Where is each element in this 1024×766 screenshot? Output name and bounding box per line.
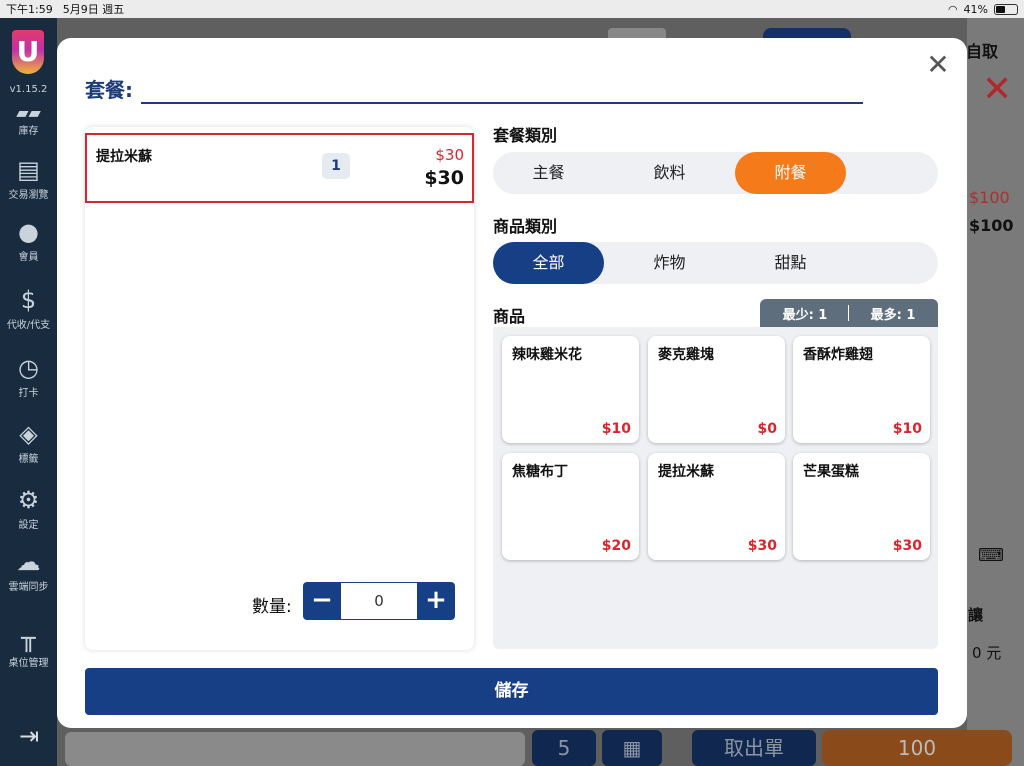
selected-item[interactable]: 提拉米蘇 1 $30 $30: [85, 133, 474, 203]
cloud-sync-icon: ☁: [16, 548, 41, 576]
table-icon: ╥: [21, 624, 36, 652]
tab-drinks[interactable]: 飲料: [614, 152, 725, 194]
background-order-button: 取出單: [692, 730, 816, 766]
product-price: $0: [757, 421, 777, 437]
background-total-button: 100: [822, 730, 1012, 766]
receipt-icon: ▤: [17, 156, 40, 184]
background-pickup-label: 自取: [966, 42, 999, 61]
tag-icon: ◈: [19, 420, 38, 448]
sidebar-item-label: 庫存: [18, 126, 39, 137]
save-button[interactable]: 儲存: [85, 668, 938, 715]
sidebar-item-transactions[interactable]: ▤ 交易瀏覽: [0, 156, 57, 201]
product-category-selector: 全部 炸物 甜點: [493, 242, 938, 284]
sidebar-item-collection[interactable]: $ 代收/代支: [0, 286, 57, 331]
close-icon[interactable]: ✕: [925, 51, 951, 79]
product-card[interactable]: 辣味雞米花 $10: [502, 336, 639, 443]
product-price: $10: [601, 421, 631, 437]
app-version: v1.15.2: [9, 84, 48, 95]
calculator-icon: ▦: [602, 730, 662, 766]
app-logo: U: [12, 30, 44, 74]
products-label: 商品: [493, 307, 526, 326]
sidebar-item-settings[interactable]: ⚙ 設定: [0, 486, 57, 531]
battery-percent: 41%: [963, 2, 988, 16]
min-max-badge: 最少: 1 最多: 1: [760, 299, 938, 327]
sidebar-item-label: 代收/代支: [6, 320, 51, 331]
background-close-icon: ✕: [982, 69, 1013, 110]
logout-icon[interactable]: ⇥: [12, 722, 46, 752]
sidebar-item-label: 桌位管理: [8, 658, 49, 669]
modal-title: 套餐:: [85, 78, 133, 102]
max-label: 最多: 1: [870, 307, 916, 323]
product-name: 辣味雞米花: [512, 347, 582, 363]
min-label: 最少: 1: [782, 307, 828, 323]
sidebar-item-inventory[interactable]: ▰▰ 庫存: [0, 103, 57, 138]
background-discount-value: 0 元: [972, 644, 1002, 662]
product-name: 芒果蛋糕: [803, 464, 859, 480]
product-price: $30: [747, 538, 777, 554]
increment-button[interactable]: +: [417, 582, 455, 620]
product-card[interactable]: 焦糖布丁 $20: [502, 453, 639, 560]
sidebar-item-member[interactable]: ● 會員: [0, 218, 57, 263]
sidebar-item-labels[interactable]: ◈ 標籤: [0, 420, 57, 465]
quantity-input[interactable]: [341, 582, 417, 620]
keyboard-icon: ⌨: [978, 545, 1004, 566]
dollar-icon: $: [20, 286, 37, 314]
product-price: $30: [892, 538, 922, 554]
wifi-icon: ◠: [947, 2, 958, 16]
divider: [848, 305, 850, 321]
background-price-red: $100: [969, 188, 1010, 207]
inventory-icon: ▰▰: [16, 103, 41, 122]
decrement-button[interactable]: −: [303, 582, 341, 620]
sidebar-item-label: 打卡: [18, 388, 39, 399]
product-card[interactable]: 芒果蛋糕 $30: [793, 453, 930, 560]
selected-item-qty: 1: [322, 153, 350, 179]
product-name: 麥克雞塊: [658, 347, 714, 363]
sidebar-item-cloud-sync[interactable]: ☁ 雲端同步: [0, 548, 57, 593]
product-category-label: 商品類別: [493, 217, 558, 236]
selected-items-panel: 提拉米蘇 1 $30 $30 數量: − +: [85, 127, 474, 650]
tab-fried[interactable]: 炸物: [614, 242, 725, 284]
sidebar-item-clock-in[interactable]: ◷ 打卡: [0, 354, 57, 399]
product-card[interactable]: 香酥炸雞翅 $10: [793, 336, 930, 443]
product-name: 焦糖布丁: [512, 464, 568, 480]
product-price: $10: [892, 421, 922, 437]
combo-category-selector: 主餐 飲料 附餐: [493, 152, 938, 194]
tab-side-dish[interactable]: 附餐: [735, 152, 846, 194]
sidebar-item-label: 會員: [18, 252, 39, 263]
tab-dessert[interactable]: 甜點: [735, 242, 846, 284]
tab-all[interactable]: 全部: [493, 242, 604, 284]
selected-item-subtotal: $30: [424, 167, 464, 189]
battery-icon: [994, 3, 1018, 15]
sidebar-item-table-management[interactable]: ╥ 桌位管理: [0, 624, 57, 669]
product-price: $20: [601, 538, 631, 554]
product-card[interactable]: 麥克雞塊 $0: [648, 336, 785, 443]
background-number-button: 5: [532, 730, 596, 766]
product-card[interactable]: 提拉米蘇 $30: [648, 453, 785, 560]
combo-modal: 套餐: ✕ 提拉米蘇 1 $30 $30 數量: − + 套餐類別 主餐 飲料 …: [57, 38, 967, 728]
sidebar-item-label: 設定: [18, 520, 39, 531]
selected-item-unit-price: $30: [435, 146, 464, 164]
sidebar-item-label: 交易瀏覽: [8, 190, 49, 201]
quantity-label: 數量:: [252, 597, 292, 617]
quantity-stepper: − +: [303, 582, 455, 620]
sidebar-item-label: 雲端同步: [8, 582, 49, 593]
background-discount-label: 讓: [968, 606, 984, 624]
product-name: 香酥炸雞翅: [803, 347, 873, 363]
tab-main-course[interactable]: 主餐: [493, 152, 604, 194]
status-bar: 下午1:59 5月9日 週五 ◠ 41%: [0, 0, 1024, 18]
combo-category-label: 套餐類別: [493, 126, 558, 145]
sidebar-item-label: 標籤: [18, 454, 39, 465]
gear-icon: ⚙: [17, 486, 40, 514]
sidebar: U v1.15.2 ▰▰ 庫存 ▤ 交易瀏覽 ● 會員 $ 代收/代支 ◷ 打卡…: [0, 18, 57, 766]
status-time: 下午1:59: [6, 3, 53, 16]
selected-item-name: 提拉米蘇: [96, 149, 152, 165]
product-name: 提拉米蘇: [658, 464, 714, 480]
title-underline: [141, 102, 863, 104]
background-input-area: [65, 732, 525, 766]
member-icon: ●: [18, 218, 39, 246]
background-price: $100: [969, 216, 1014, 235]
status-date: 5月9日 週五: [62, 3, 125, 16]
clock-in-icon: ◷: [18, 354, 39, 382]
product-grid: 辣味雞米花 $10 麥克雞塊 $0 香酥炸雞翅 $10 焦糖布丁 $20 提拉米…: [493, 327, 938, 649]
